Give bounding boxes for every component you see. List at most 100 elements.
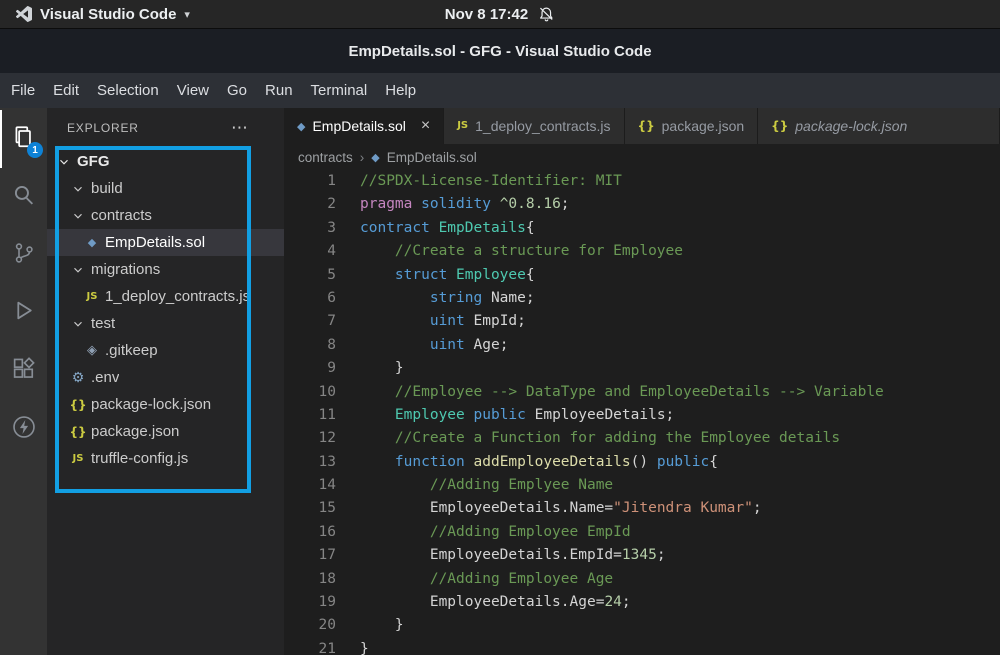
tree-item-build[interactable]: build <box>47 175 284 202</box>
code-editor[interactable]: 1 2 3 4 5 6 7 8 9 10 11 12 13 14 15 16 17 18 19 20 21 //SPDX… <box>284 170 1000 655</box>
explorer-badge: 1 <box>27 142 43 158</box>
chevron-down-icon <box>55 155 73 169</box>
solidity-file-icon: ◆ <box>297 119 306 133</box>
system-clock[interactable]: Nov 8 17:42 <box>445 6 528 23</box>
tree-item-label: build <box>91 180 123 197</box>
tree-item-empdetails-sol[interactable]: ◆ EmpDetails.sol <box>47 229 284 256</box>
git-file-icon: ◈ <box>87 343 97 358</box>
menu-edit[interactable]: Edit <box>44 73 88 108</box>
code-line-21[interactable]: } <box>360 638 884 655</box>
tree-item-contracts[interactable]: contracts <box>47 202 284 229</box>
activity-run-debug[interactable] <box>0 284 47 342</box>
tree-item-label: EmpDetails.sol <box>105 234 206 251</box>
code-line-13[interactable]: function addEmployeeDetails() public{ <box>360 451 884 474</box>
file-tree: GFG build contracts ◆ EmpDetails.sol migratio… <box>47 148 284 472</box>
tree-item-migrations[interactable]: migrations <box>47 256 284 283</box>
menu-view[interactable]: View <box>168 73 218 108</box>
activity-bar: 1 <box>0 108 47 655</box>
breadcrumb-separator-icon: › <box>359 149 365 165</box>
code-line-16[interactable]: //Adding Employee EmpId <box>360 521 884 544</box>
sidebar-title: EXPLORER <box>67 121 139 135</box>
solidity-file-icon: ◆ <box>87 236 97 249</box>
app-indicator-menu[interactable]: Visual Studio Code ▾ <box>0 6 190 23</box>
tree-item-gitkeep[interactable]: ◈ .gitkeep <box>47 337 284 364</box>
code-line-10[interactable]: //Employee --> DataType and EmployeeDeta… <box>360 381 884 404</box>
breadcrumb-folder[interactable]: contracts <box>298 150 353 165</box>
code-line-19[interactable]: EmployeeDetails.Age=24; <box>360 591 884 614</box>
code-line-18[interactable]: //Adding Employee Age <box>360 568 884 591</box>
tree-item-label: 1_deploy_contracts.js <box>105 288 251 305</box>
line-number: 3 <box>327 219 336 236</box>
line-number: 16 <box>318 523 336 540</box>
code-line-6[interactable]: string Name; <box>360 287 884 310</box>
line-number: 8 <box>327 336 336 353</box>
tree-item-1-deploy-contracts-js[interactable]: JS 1_deploy_contracts.js <box>47 283 284 310</box>
activity-source-control[interactable] <box>0 226 47 284</box>
json-file-icon: {} <box>771 119 789 133</box>
code-line-11[interactable]: Employee public EmployeeDetails; <box>360 404 884 427</box>
breadcrumb-file[interactable]: EmpDetails.sol <box>387 150 477 165</box>
menu-help[interactable]: Help <box>376 73 425 108</box>
code-line-17[interactable]: EmployeeDetails.EmpId=1345; <box>360 544 884 567</box>
line-number: 7 <box>327 313 336 330</box>
tab-bar: ◆ EmpDetails.sol × JS 1_deploy_contracts.js {… <box>284 108 1000 144</box>
gear-file-icon: ⚙ <box>71 369 85 386</box>
line-number: 13 <box>318 453 336 470</box>
code-line-5[interactable]: struct Employee{ <box>360 264 884 287</box>
chevron-down-icon <box>69 209 87 223</box>
tree-item-package-lock-json[interactable]: {} package-lock.json <box>47 391 284 418</box>
tree-item-test[interactable]: test <box>47 310 284 337</box>
explorer-sidebar: EXPLORER ⋯ GFG build contracts ◆ EmpDetails.… <box>47 108 284 655</box>
tree-item-label: package-lock.json <box>91 396 212 413</box>
tree-item-label: test <box>91 315 116 332</box>
menu-terminal[interactable]: Terminal <box>302 73 377 108</box>
code-line-1[interactable]: //SPDX-License-Identifier: MIT <box>360 170 884 193</box>
code-line-20[interactable]: } <box>360 614 884 637</box>
menu-selection[interactable]: Selection <box>88 73 168 108</box>
code-line-15[interactable]: EmployeeDetails.Name="Jitendra Kumar"; <box>360 497 884 520</box>
line-number: 9 <box>327 360 336 377</box>
system-top-bar: Visual Studio Code ▾ Nov 8 17:42 <box>0 0 1000 29</box>
menu-run[interactable]: Run <box>256 73 302 108</box>
tree-item-env[interactable]: ⚙ .env <box>47 364 284 391</box>
code-line-3[interactable]: contract EmpDetails{ <box>360 217 884 240</box>
more-actions-icon[interactable]: ⋯ <box>231 118 248 138</box>
tab-label: package.json <box>661 118 745 134</box>
tree-item-truffle-config-js[interactable]: JS truffle-config.js <box>47 445 284 472</box>
run-debug-icon <box>11 298 36 328</box>
tab-1-deploy-contracts-js[interactable]: JS 1_deploy_contracts.js <box>444 108 625 144</box>
activity-search[interactable] <box>0 168 47 226</box>
code-line-4[interactable]: //Create a structure for Employee <box>360 240 884 263</box>
line-number: 20 <box>318 617 336 634</box>
activity-extensions[interactable] <box>0 342 47 400</box>
tree-item-label: contracts <box>91 207 152 224</box>
code-line-7[interactable]: uint EmpId; <box>360 310 884 333</box>
activity-explorer[interactable]: 1 <box>0 110 47 168</box>
tree-item-gfg[interactable]: GFG <box>47 148 284 175</box>
activity-lightning[interactable] <box>0 400 47 458</box>
tab-package-lock-json[interactable]: {} package-lock.json <box>758 108 1000 144</box>
tree-item-label: .gitkeep <box>105 342 158 359</box>
code-line-2[interactable]: pragma solidity ^0.8.16; <box>360 193 884 216</box>
vscode-logo-icon <box>16 6 32 22</box>
code-line-12[interactable]: //Create a Function for adding the Emplo… <box>360 427 884 450</box>
menu-file[interactable]: File <box>2 73 44 108</box>
tab-empdetails-sol[interactable]: ◆ EmpDetails.sol × <box>284 108 445 144</box>
tab-package-json[interactable]: {} package.json <box>624 108 759 144</box>
code-line-14[interactable]: //Adding Emplyee Name <box>360 474 884 497</box>
js-file-icon: JS <box>86 290 98 302</box>
extensions-icon <box>11 356 36 386</box>
json-file-icon: {} <box>69 397 87 412</box>
menu-go[interactable]: Go <box>218 73 256 108</box>
line-number: 5 <box>327 266 336 283</box>
tree-item-label: package.json <box>91 423 180 440</box>
editor-area: ◆ EmpDetails.sol × JS 1_deploy_contracts.js {… <box>284 108 1000 655</box>
code-line-8[interactable]: uint Age; <box>360 334 884 357</box>
code-line-9[interactable]: } <box>360 357 884 380</box>
line-number: 6 <box>327 289 336 306</box>
close-icon[interactable]: × <box>421 117 430 135</box>
tree-item-package-json[interactable]: {} package.json <box>47 418 284 445</box>
system-clock-area[interactable]: Nov 8 17:42 <box>445 0 555 28</box>
breadcrumb: contracts › ◆ EmpDetails.sol <box>284 144 1000 170</box>
search-icon <box>11 182 36 212</box>
